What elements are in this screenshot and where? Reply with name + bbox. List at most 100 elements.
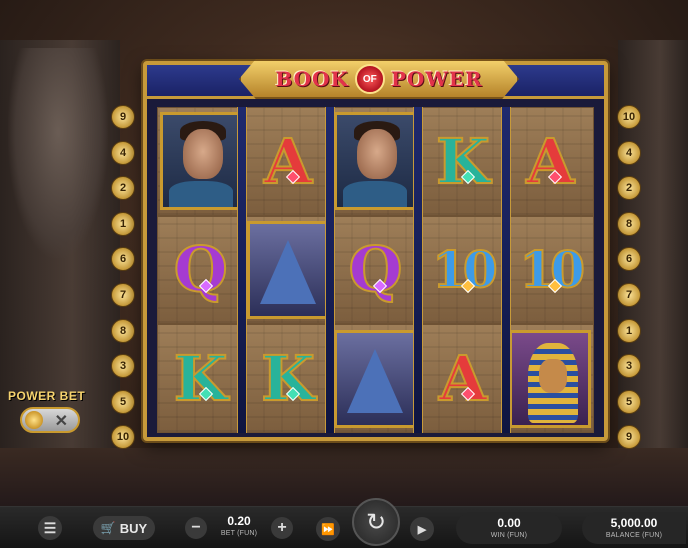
play-icon: ▶ [417,523,427,536]
payline-badge: 8 [111,318,135,343]
spin-button[interactable]: ↻ [352,498,400,546]
symbol-q: Q [347,232,403,307]
explorer-face [182,129,223,180]
reel-cell: K [157,324,245,433]
menu-icon: ☰ [43,519,57,536]
game-logo: BOOK OF POWER [239,59,519,99]
payline-badge: 7 [111,282,135,307]
balance-display: 5,000.00 BALANCE (FUN) [582,512,686,544]
win-value: 0.00 [497,516,521,530]
symbol-10: 10 [431,239,499,300]
symbol-k: K [173,341,229,416]
payline-badge: 2 [111,176,135,201]
reel-cell [244,215,332,325]
reel-cell [157,107,245,216]
pyramid-symbol [334,329,417,428]
minus-icon: − [191,519,201,536]
reel-cell: 10 [506,215,594,325]
background-floor [0,448,688,508]
close-icon: ✕ [54,413,68,430]
explorer-face [357,129,398,180]
menu-button[interactable]: ☰ [38,516,62,540]
payline-badge: 4 [111,140,135,165]
balance-value: 5,000.00 [610,516,658,530]
pyramid-shape [260,239,317,304]
bet-display: 0.20 BET (FUN) [210,514,268,537]
explorer-scarf [168,181,233,208]
payline-badge: 3 [111,354,135,379]
bet-caption: BET (FUN) [220,530,258,537]
payline-badge: 4 [617,140,641,165]
cart-icon: 🛒 [100,521,116,535]
reel-cell: K [419,107,507,216]
payline-indicators-left: 9 4 2 1 6 7 8 3 5 10 [111,105,135,450]
pyramid-shape [347,348,404,413]
background-statue [8,48,108,258]
symbol-k: K [435,124,491,199]
payline-badge: 2 [617,176,641,201]
reel-cell: A [506,107,594,216]
spin-icon: ↻ [365,508,387,536]
power-bet-label: POWER BET [8,389,86,403]
reel-cell [506,324,594,433]
payline-badge: 1 [111,211,135,236]
buy-feature-button[interactable]: 🛒 BUY [93,516,155,540]
pyramid-symbol [247,220,330,319]
decrease-bet-button[interactable]: − [185,517,207,539]
balance-caption: BALANCE (FUN) [605,532,663,539]
payline-badge: 9 [111,105,135,129]
symbol-a: A [263,124,313,199]
payline-badge: 5 [111,389,135,414]
payline-badge: 10 [617,105,641,129]
autoplay-button[interactable]: ▶ [410,517,434,541]
explorer-symbol [334,112,417,211]
payline-badge: 9 [617,425,641,450]
reel-separator [501,107,511,433]
payline-badge: 6 [111,247,135,272]
logo-word-power: POWER [390,67,483,91]
reel-cell: Q [157,215,245,325]
reel-cell: 10 [419,215,507,325]
power-bet-panel: POWER BET ✕ [8,389,94,433]
reel-separator [325,107,335,433]
payline-indicators-right: 10 4 2 8 6 7 1 3 5 9 [617,105,641,450]
logo-word-book: BOOK [275,67,349,91]
power-bet-toggle[interactable]: ✕ [20,407,80,433]
reel-grid: A K A Q Q 10 10 K K A [157,107,594,433]
bet-value: 0.20 [227,514,251,528]
fast-forward-icon: ⏩ [321,523,335,536]
symbol-k: K [260,341,316,416]
reel-cell [331,324,420,433]
payline-badge: 6 [617,247,641,272]
payline-badge: 8 [617,211,641,236]
symbol-a: A [438,341,488,416]
reel-cell: K [244,324,332,433]
control-bar: ☰ 🛒 BUY − 0.20 BET (FUN) + ⏩ ↻ ▶ 0.00 WI… [0,498,688,548]
increase-bet-button[interactable]: + [271,517,293,539]
logo-gem-of: OF [354,64,385,94]
payline-badge: 10 [111,425,135,450]
explorer-scarf [343,181,408,208]
turbo-button[interactable]: ⏩ [316,517,340,541]
reel-cell: Q [331,215,420,325]
payline-badge: 7 [617,282,641,307]
pharaoh-face [539,358,568,393]
reel-cell: A [244,107,332,216]
symbol-a: A [525,124,575,199]
win-display: 0.00 WIN (FUN) [456,512,562,544]
symbol-10: 10 [519,239,587,300]
plus-icon: + [277,519,287,536]
payline-badge: 5 [617,389,641,414]
toggle-knob [25,411,43,429]
reel-separator [413,107,423,433]
reel-separator [237,107,247,433]
symbol-q: Q [173,232,229,307]
reel-cell: A [419,324,507,433]
buy-label: BUY [119,520,148,536]
win-caption: WIN (FUN) [490,532,528,539]
reel-cell [331,107,420,216]
pharaoh-symbol [509,329,592,428]
payline-badge: 1 [617,318,641,343]
payline-badge: 3 [617,354,641,379]
slot-machine-frame: BOOK OF POWER A K A Q Q 10 10 K K A [143,59,608,441]
